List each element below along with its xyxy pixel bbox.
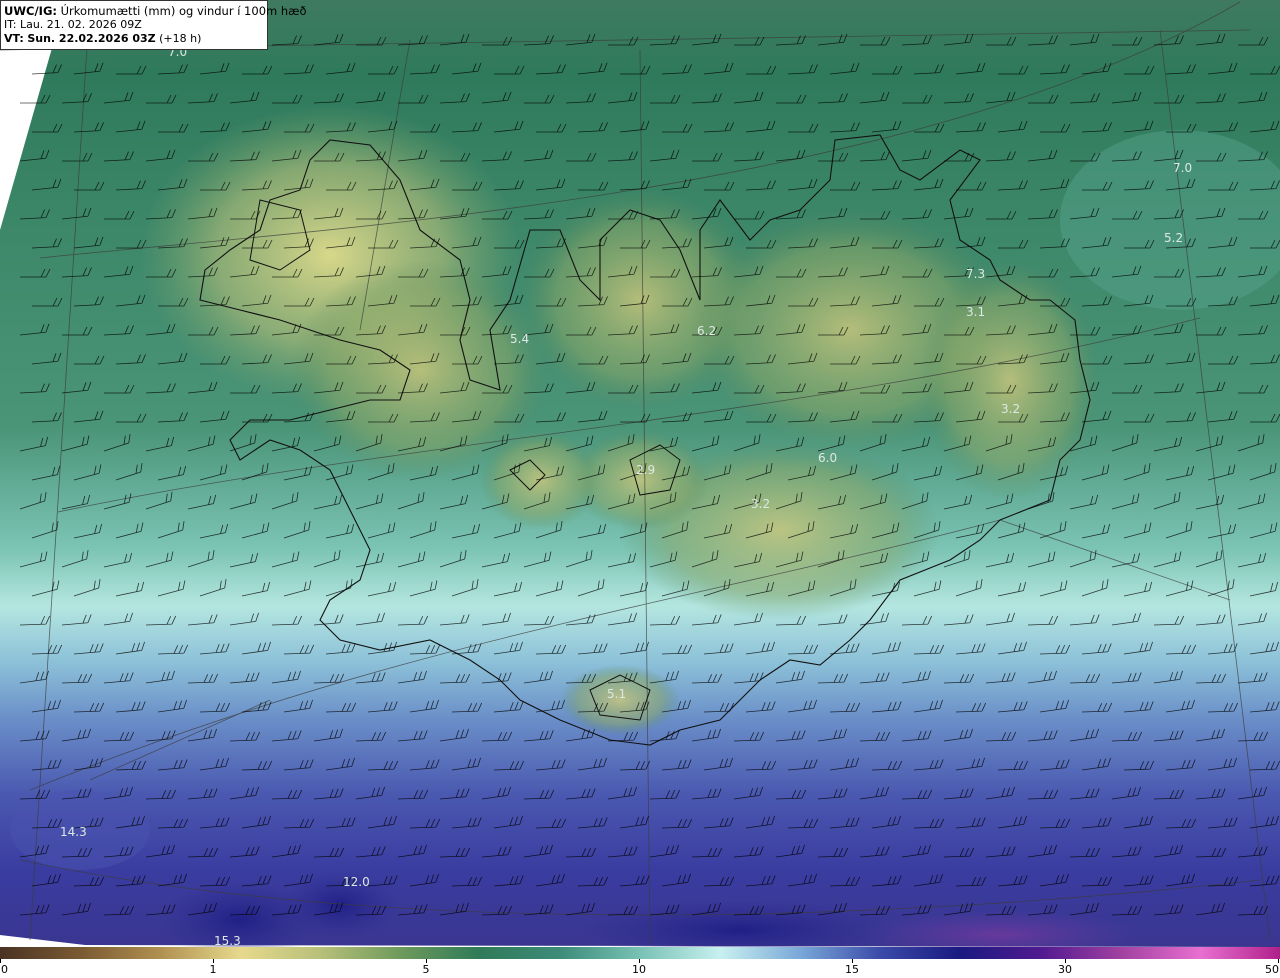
map-label: 7.0 <box>1173 161 1192 175</box>
valid-time-line: VT: Sun. 22.02.2026 03Z (+18 h) <box>4 32 264 46</box>
colorbar-tick-label: 1 <box>209 963 217 976</box>
valid-time-label: VT: <box>4 32 24 45</box>
map-title-line: UWC/IG: Úrkomumætti (mm) og vindur í 100… <box>4 4 307 18</box>
colorbar-tick-label: 15 <box>845 963 859 976</box>
map-label: 5.2 <box>1164 231 1183 245</box>
map-label: 5.4 <box>510 332 529 346</box>
map-label: 3.1 <box>966 305 985 319</box>
init-time-value: Lau. 21. 02. 2026 09Z <box>19 18 142 31</box>
map-label: 2.9 <box>636 463 655 477</box>
colorbar-tick-label: 10 <box>632 963 646 976</box>
map-label: 7.3 <box>966 267 985 281</box>
init-time-line: IT: Lau. 21. 02. 2026 09Z <box>4 18 264 32</box>
map-label: 3.2 <box>751 497 770 511</box>
colorbar-tick-label: 50 <box>1265 963 1279 976</box>
colorbar-tick-label: 30 <box>1058 963 1072 976</box>
map-label: 6.2 <box>697 324 716 338</box>
precipitation-wind-map: 7.0 7.0 5.2 7.3 3.1 5.4 6.2 3.2 2.9 6.0 … <box>0 0 1280 978</box>
map-info-box: UWC/IG: Úrkomumætti (mm) og vindur í 100… <box>0 0 307 50</box>
map-label: 12.0 <box>343 875 370 889</box>
precipitation-colorbar: 0 1 5 10 15 30 50 <box>0 947 1280 978</box>
valid-time-value: Sun. 22.02.2026 03Z <box>27 32 156 45</box>
map-label: 5.1 <box>607 687 626 701</box>
colorbar-tick-label: 0 <box>1 963 8 976</box>
colorbar-tick-label: 5 <box>422 963 430 976</box>
map-label: 14.3 <box>60 825 87 839</box>
map-label: 3.2 <box>1001 402 1020 416</box>
colorbar-gradient <box>0 947 1280 959</box>
product-code: UWC/IG: <box>4 4 57 18</box>
map-title: Úrkomumætti (mm) og vindur í 100m hæð <box>60 4 307 18</box>
map-label: 15.3 <box>214 934 241 948</box>
init-time-label: IT: <box>4 18 17 31</box>
map-label: 6.0 <box>818 451 837 465</box>
lead-time: (+18 h) <box>159 32 202 45</box>
